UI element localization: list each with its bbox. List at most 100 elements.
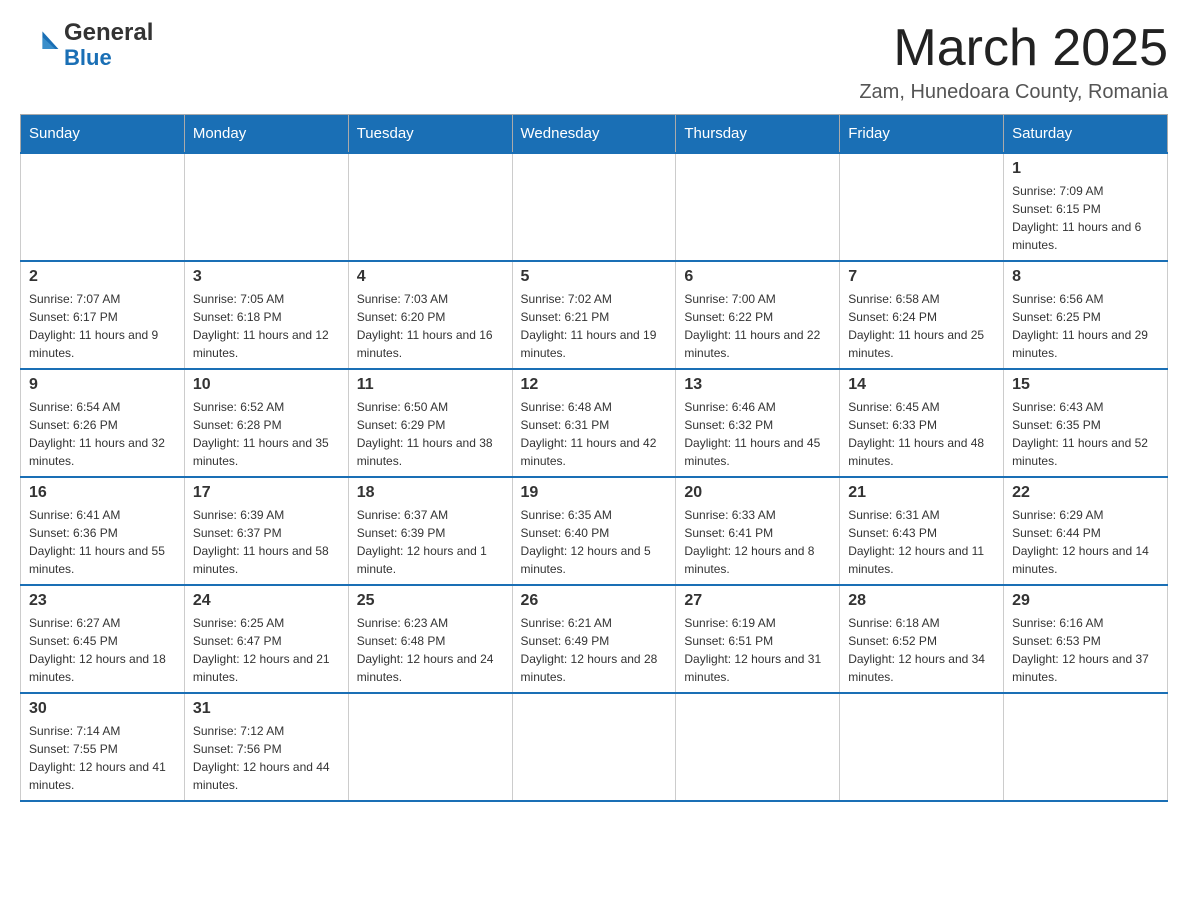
day-info: Sunrise: 6:33 AMSunset: 6:41 PMDaylight:…	[684, 506, 831, 578]
day-number: 27	[684, 592, 831, 610]
weekday-header-saturday: Saturday	[1004, 115, 1168, 154]
day-number: 10	[193, 376, 340, 394]
day-info: Sunrise: 6:16 AMSunset: 6:53 PMDaylight:…	[1012, 614, 1159, 686]
calendar-cell	[348, 153, 512, 261]
day-number: 3	[193, 268, 340, 286]
day-info: Sunrise: 6:25 AMSunset: 6:47 PMDaylight:…	[193, 614, 340, 686]
day-number: 31	[193, 700, 340, 718]
day-number: 24	[193, 592, 340, 610]
day-number: 2	[29, 268, 176, 286]
calendar-cell: 26 Sunrise: 6:21 AMSunset: 6:49 PMDayligh…	[512, 585, 676, 693]
calendar-cell	[348, 693, 512, 801]
calendar-cell: 27 Sunrise: 6:19 AMSunset: 6:51 PMDayligh…	[676, 585, 840, 693]
day-number: 28	[848, 592, 995, 610]
day-number: 4	[357, 268, 504, 286]
day-number: 22	[1012, 484, 1159, 502]
day-info: Sunrise: 6:35 AMSunset: 6:40 PMDaylight:…	[521, 506, 668, 578]
logo-general-text: General	[64, 20, 153, 46]
calendar-cell: 30 Sunrise: 7:14 AMSunset: 7:55 PMDayligh…	[21, 693, 185, 801]
logo-icon	[20, 25, 60, 65]
calendar-cell: 24 Sunrise: 6:25 AMSunset: 6:47 PMDayligh…	[184, 585, 348, 693]
day-info: Sunrise: 6:37 AMSunset: 6:39 PMDaylight:…	[357, 506, 504, 578]
calendar-cell: 16Sunrise: 6:41 AMSunset: 6:36 PMDayligh…	[21, 477, 185, 585]
day-info: Sunrise: 7:07 AMSunset: 6:17 PMDaylight:…	[29, 290, 176, 362]
calendar-cell: 21Sunrise: 6:31 AMSunset: 6:43 PMDayligh…	[840, 477, 1004, 585]
day-info: Sunrise: 7:12 AMSunset: 7:56 PMDaylight:…	[193, 722, 340, 794]
day-info: Sunrise: 6:48 AMSunset: 6:31 PMDaylight:…	[521, 398, 668, 470]
logo-blue-text: Blue	[64, 46, 153, 70]
logo: General Blue	[20, 20, 153, 71]
day-info: Sunrise: 7:09 AMSunset: 6:15 PMDaylight:…	[1012, 182, 1159, 254]
calendar-cell: 19 Sunrise: 6:35 AMSunset: 6:40 PMDayligh…	[512, 477, 676, 585]
day-number: 21	[848, 484, 995, 502]
calendar-cell: 15Sunrise: 6:43 AMSunset: 6:35 PMDayligh…	[1004, 369, 1168, 477]
day-number: 15	[1012, 376, 1159, 394]
day-info: Sunrise: 6:52 AMSunset: 6:28 PMDaylight:…	[193, 398, 340, 470]
day-number: 18	[357, 484, 504, 502]
calendar-table: SundayMondayTuesdayWednesdayThursdayFrid…	[20, 114, 1168, 802]
calendar-cell: 6 Sunrise: 7:00 AMSunset: 6:22 PMDaylight…	[676, 261, 840, 369]
calendar-cell	[1004, 693, 1168, 801]
day-info: Sunrise: 6:50 AMSunset: 6:29 PMDaylight:…	[357, 398, 504, 470]
day-info: Sunrise: 7:05 AMSunset: 6:18 PMDaylight:…	[193, 290, 340, 362]
day-info: Sunrise: 6:19 AMSunset: 6:51 PMDaylight:…	[684, 614, 831, 686]
calendar-cell	[21, 153, 185, 261]
weekday-header-tuesday: Tuesday	[348, 115, 512, 154]
day-info: Sunrise: 6:56 AMSunset: 6:25 PMDaylight:…	[1012, 290, 1159, 362]
day-info: Sunrise: 6:46 AMSunset: 6:32 PMDaylight:…	[684, 398, 831, 470]
weekday-header-wednesday: Wednesday	[512, 115, 676, 154]
day-info: Sunrise: 6:58 AMSunset: 6:24 PMDaylight:…	[848, 290, 995, 362]
calendar-cell: 22 Sunrise: 6:29 AMSunset: 6:44 PMDayligh…	[1004, 477, 1168, 585]
calendar-cell: 3 Sunrise: 7:05 AMSunset: 6:18 PMDaylight…	[184, 261, 348, 369]
calendar-cell	[840, 153, 1004, 261]
calendar-cell: 11 Sunrise: 6:50 AMSunset: 6:29 PMDayligh…	[348, 369, 512, 477]
day-info: Sunrise: 6:29 AMSunset: 6:44 PMDaylight:…	[1012, 506, 1159, 578]
calendar-cell	[512, 153, 676, 261]
day-info: Sunrise: 6:54 AMSunset: 6:26 PMDaylight:…	[29, 398, 176, 470]
weekday-header-row: SundayMondayTuesdayWednesdayThursdayFrid…	[21, 115, 1168, 154]
day-info: Sunrise: 7:00 AMSunset: 6:22 PMDaylight:…	[684, 290, 831, 362]
day-info: Sunrise: 6:21 AMSunset: 6:49 PMDaylight:…	[521, 614, 668, 686]
month-title: March 2025	[859, 20, 1168, 77]
day-number: 26	[521, 592, 668, 610]
calendar-week-6: 30 Sunrise: 7:14 AMSunset: 7:55 PMDayligh…	[21, 693, 1168, 801]
day-number: 16	[29, 484, 176, 502]
day-number: 6	[684, 268, 831, 286]
calendar-cell: 2 Sunrise: 7:07 AMSunset: 6:17 PMDaylight…	[21, 261, 185, 369]
weekday-header-friday: Friday	[840, 115, 1004, 154]
calendar-cell: 10 Sunrise: 6:52 AMSunset: 6:28 PMDayligh…	[184, 369, 348, 477]
calendar-week-5: 23Sunrise: 6:27 AMSunset: 6:45 PMDayligh…	[21, 585, 1168, 693]
day-info: Sunrise: 6:45 AMSunset: 6:33 PMDaylight:…	[848, 398, 995, 470]
calendar-cell: 23Sunrise: 6:27 AMSunset: 6:45 PMDayligh…	[21, 585, 185, 693]
calendar-cell: 29 Sunrise: 6:16 AMSunset: 6:53 PMDayligh…	[1004, 585, 1168, 693]
day-number: 5	[521, 268, 668, 286]
day-number: 19	[521, 484, 668, 502]
calendar-cell: 5Sunrise: 7:02 AMSunset: 6:21 PMDaylight…	[512, 261, 676, 369]
weekday-header-sunday: Sunday	[21, 115, 185, 154]
calendar-cell: 13Sunrise: 6:46 AMSunset: 6:32 PMDayligh…	[676, 369, 840, 477]
day-info: Sunrise: 7:14 AMSunset: 7:55 PMDaylight:…	[29, 722, 176, 794]
calendar-cell: 18 Sunrise: 6:37 AMSunset: 6:39 PMDayligh…	[348, 477, 512, 585]
calendar-week-3: 9Sunrise: 6:54 AMSunset: 6:26 PMDaylight…	[21, 369, 1168, 477]
calendar-cell: 9Sunrise: 6:54 AMSunset: 6:26 PMDaylight…	[21, 369, 185, 477]
calendar-cell	[512, 693, 676, 801]
day-number: 29	[1012, 592, 1159, 610]
day-number: 30	[29, 700, 176, 718]
day-info: Sunrise: 6:27 AMSunset: 6:45 PMDaylight:…	[29, 614, 176, 686]
day-number: 11	[357, 376, 504, 394]
calendar-cell	[184, 153, 348, 261]
weekday-header-monday: Monday	[184, 115, 348, 154]
calendar-cell: 20 Sunrise: 6:33 AMSunset: 6:41 PMDayligh…	[676, 477, 840, 585]
day-number: 17	[193, 484, 340, 502]
page-header: General Blue March 2025 Zam, Hunedoara C…	[20, 20, 1168, 104]
calendar-cell: 25Sunrise: 6:23 AMSunset: 6:48 PMDayligh…	[348, 585, 512, 693]
day-number: 12	[521, 376, 668, 394]
calendar-cell	[676, 153, 840, 261]
calendar-cell: 8Sunrise: 6:56 AMSunset: 6:25 PMDaylight…	[1004, 261, 1168, 369]
location-text: Zam, Hunedoara County, Romania	[859, 81, 1168, 104]
day-info: Sunrise: 6:23 AMSunset: 6:48 PMDaylight:…	[357, 614, 504, 686]
calendar-week-4: 16Sunrise: 6:41 AMSunset: 6:36 PMDayligh…	[21, 477, 1168, 585]
calendar-week-1: 1Sunrise: 7:09 AMSunset: 6:15 PMDaylight…	[21, 153, 1168, 261]
day-number: 20	[684, 484, 831, 502]
calendar-cell: 4Sunrise: 7:03 AMSunset: 6:20 PMDaylight…	[348, 261, 512, 369]
